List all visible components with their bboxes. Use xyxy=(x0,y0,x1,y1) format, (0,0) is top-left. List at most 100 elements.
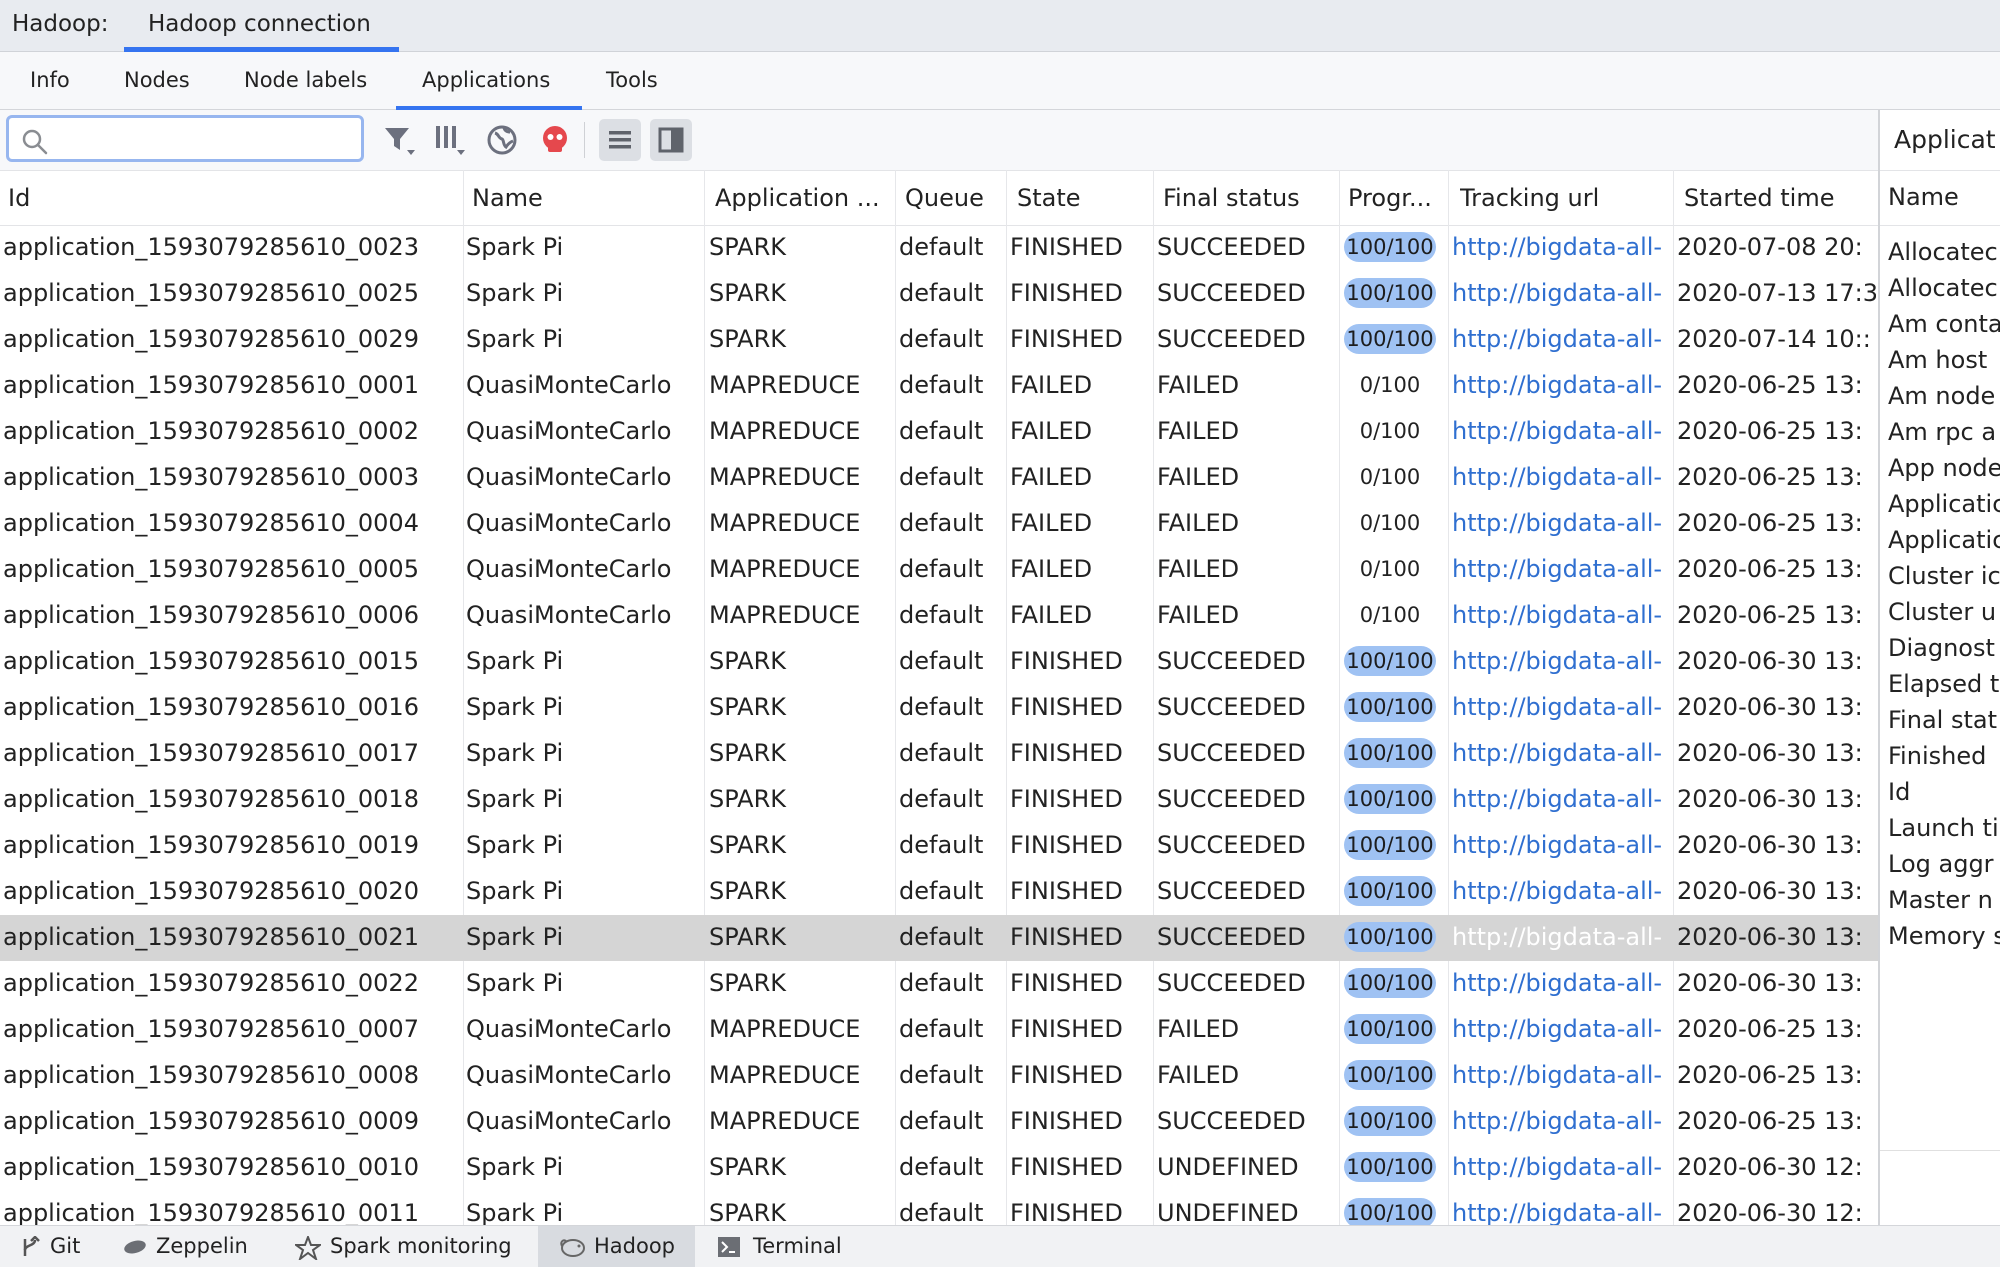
table-row[interactable]: application_1593079285610_0018 Spark Pi SP… xyxy=(0,777,1878,823)
table-row[interactable]: application_1593079285610_0004 QuasiMonte… xyxy=(0,501,1878,547)
table-row[interactable]: application_1593079285610_0007 QuasiMonte… xyxy=(0,1007,1878,1053)
cell-tracking-url[interactable]: http://bigdata-all- xyxy=(1452,1015,1670,1043)
tab-info[interactable]: Info xyxy=(30,68,70,92)
table-row[interactable]: application_1593079285610_0022 Spark Pi SP… xyxy=(0,961,1878,1007)
column-header-started-time[interactable]: Started time xyxy=(1684,184,1874,212)
cell-tracking-url[interactable]: http://bigdata-all- xyxy=(1452,279,1670,307)
details-property-name[interactable]: Launch ti xyxy=(1888,814,1999,842)
table-row[interactable]: application_1593079285610_0010 Spark Pi SP… xyxy=(0,1145,1878,1191)
table-row[interactable]: application_1593079285610_0008 QuasiMonte… xyxy=(0,1053,1878,1099)
cell-tracking-url[interactable]: http://bigdata-all- xyxy=(1452,371,1670,399)
tab-applications[interactable]: Applications xyxy=(422,68,550,92)
table-row[interactable]: application_1593079285610_0020 Spark Pi SP… xyxy=(0,869,1878,915)
cell-tracking-url[interactable]: http://bigdata-all- xyxy=(1452,647,1670,675)
table-row[interactable]: application_1593079285610_0025 Spark Pi SP… xyxy=(0,271,1878,317)
table-row[interactable]: application_1593079285610_0019 Spark Pi SP… xyxy=(0,823,1878,869)
kill-icon[interactable] xyxy=(537,122,573,158)
details-property-name[interactable]: Am conta xyxy=(1888,310,2000,338)
details-column-header-name[interactable]: Name xyxy=(1888,183,1959,211)
column-header-id[interactable]: Id xyxy=(8,184,458,212)
connection-tab[interactable]: Hadoop connection xyxy=(124,0,399,52)
details-property-name[interactable]: Am rpc a xyxy=(1888,418,1996,446)
hadoop-tool-button[interactable]: Hadoop xyxy=(538,1226,695,1267)
filter-icon[interactable] xyxy=(382,122,418,158)
table-row[interactable]: application_1593079285610_0029 Spark Pi SP… xyxy=(0,317,1878,363)
terminal-icon xyxy=(718,1237,740,1257)
tab-tools[interactable]: Tools xyxy=(606,68,658,92)
column-header-name[interactable]: Name xyxy=(472,184,702,212)
cell-tracking-url[interactable]: http://bigdata-all- xyxy=(1452,831,1670,859)
column-header-final-status[interactable]: Final status xyxy=(1163,184,1338,212)
cell-application-type: SPARK xyxy=(709,739,787,767)
zeppelin-tool-button[interactable]: Zeppelin xyxy=(110,1226,260,1267)
cell-tracking-url[interactable]: http://bigdata-all- xyxy=(1452,463,1670,491)
progress-badge: 100/100 xyxy=(1344,784,1436,814)
table-row[interactable]: application_1593079285610_0005 QuasiMonte… xyxy=(0,547,1878,593)
table-row[interactable]: application_1593079285610_0016 Spark Pi SP… xyxy=(0,685,1878,731)
search-input[interactable] xyxy=(59,124,353,154)
details-property-name[interactable]: Am node xyxy=(1888,382,1995,410)
list-view-button[interactable] xyxy=(599,119,641,161)
cell-tracking-url[interactable]: http://bigdata-all- xyxy=(1452,969,1670,997)
columns-icon[interactable] xyxy=(432,122,468,158)
cell-id: application_1593079285610_0010 xyxy=(3,1153,419,1181)
tab-node-labels[interactable]: Node labels xyxy=(244,68,367,92)
details-property-name[interactable]: Applicatic xyxy=(1888,526,2000,554)
cell-tracking-url[interactable]: http://bigdata-all- xyxy=(1452,601,1670,629)
cell-tracking-url[interactable]: http://bigdata-all- xyxy=(1452,739,1670,767)
table-row[interactable]: application_1593079285610_0009 QuasiMonte… xyxy=(0,1099,1878,1145)
details-property-name[interactable]: App node xyxy=(1888,454,2000,482)
column-header-progress[interactable]: Progr... xyxy=(1348,184,1443,212)
cell-tracking-url[interactable]: http://bigdata-all- xyxy=(1452,1107,1670,1135)
details-property-name[interactable]: Master n xyxy=(1888,886,1993,914)
details-property-name[interactable]: Allocatec xyxy=(1888,238,1998,266)
details-property-name[interactable]: Cluster u xyxy=(1888,598,1996,626)
details-property-name[interactable]: Elapsed t xyxy=(1888,670,1999,698)
terminal-tool-button[interactable]: Terminal xyxy=(705,1226,855,1267)
cell-tracking-url[interactable]: http://bigdata-all- xyxy=(1452,923,1670,951)
table-row[interactable]: application_1593079285610_0017 Spark Pi SP… xyxy=(0,731,1878,777)
table-row[interactable]: application_1593079285610_0011 Spark Pi SP… xyxy=(0,1191,1878,1225)
table-row[interactable]: application_1593079285610_0003 QuasiMonte… xyxy=(0,455,1878,501)
cell-final-status: SUCCEEDED xyxy=(1157,233,1306,261)
search-box[interactable] xyxy=(6,115,364,162)
details-property-name[interactable]: Id xyxy=(1888,778,1910,806)
details-panel-button[interactable] xyxy=(650,119,692,161)
cell-tracking-url[interactable]: http://bigdata-all- xyxy=(1452,1199,1670,1225)
cell-final-status: SUCCEEDED xyxy=(1157,877,1306,905)
cell-tracking-url[interactable]: http://bigdata-all- xyxy=(1452,325,1670,353)
details-property-name[interactable]: Am host xyxy=(1888,346,1987,374)
cell-tracking-url[interactable]: http://bigdata-all- xyxy=(1452,1153,1670,1181)
git-tool-button[interactable]: Git xyxy=(0,1226,100,1267)
table-row[interactable]: application_1593079285610_0015 Spark Pi SP… xyxy=(0,639,1878,685)
details-property-name[interactable]: Diagnost xyxy=(1888,634,1995,662)
details-property-name[interactable]: Memory s xyxy=(1888,922,2000,950)
details-property-name[interactable]: Allocatec xyxy=(1888,274,1998,302)
cell-tracking-url[interactable]: http://bigdata-all- xyxy=(1452,509,1670,537)
table-row[interactable]: application_1593079285610_0021 Spark Pi SP… xyxy=(0,915,1878,961)
cell-tracking-url[interactable]: http://bigdata-all- xyxy=(1452,877,1670,905)
column-header-queue[interactable]: Queue xyxy=(905,184,1005,212)
spark-monitoring-tool-button[interactable]: Spark monitoring xyxy=(285,1226,525,1267)
details-property-name[interactable]: Cluster ic xyxy=(1888,562,2000,590)
column-header-state[interactable]: State xyxy=(1017,184,1147,212)
table-row[interactable]: application_1593079285610_0002 QuasiMonte… xyxy=(0,409,1878,455)
cell-tracking-url[interactable]: http://bigdata-all- xyxy=(1452,785,1670,813)
cell-tracking-url[interactable]: http://bigdata-all- xyxy=(1452,1061,1670,1089)
table-row[interactable]: application_1593079285610_0001 QuasiMonte… xyxy=(0,363,1878,409)
tab-nodes[interactable]: Nodes xyxy=(124,68,190,92)
cell-tracking-url[interactable]: http://bigdata-all- xyxy=(1452,417,1670,445)
cell-tracking-url[interactable]: http://bigdata-all- xyxy=(1452,555,1670,583)
cell-tracking-url[interactable]: http://bigdata-all- xyxy=(1452,693,1670,721)
details-property-name[interactable]: Applicatic xyxy=(1888,490,2000,518)
column-header-application-type[interactable]: Application ... xyxy=(715,184,895,212)
cell-tracking-url[interactable]: http://bigdata-all- xyxy=(1452,233,1670,261)
table-row[interactable]: application_1593079285610_0006 QuasiMonte… xyxy=(0,593,1878,639)
details-property-name[interactable]: Log aggr xyxy=(1888,850,1994,878)
table-row[interactable]: application_1593079285610_0023 Spark Pi SP… xyxy=(0,225,1878,271)
globe-icon[interactable] xyxy=(484,122,520,158)
cell-queue: default xyxy=(899,463,984,491)
details-property-name[interactable]: Final stat xyxy=(1888,706,1997,734)
details-property-name[interactable]: Finished xyxy=(1888,742,1986,770)
column-header-tracking-url[interactable]: Tracking url xyxy=(1460,184,1670,212)
